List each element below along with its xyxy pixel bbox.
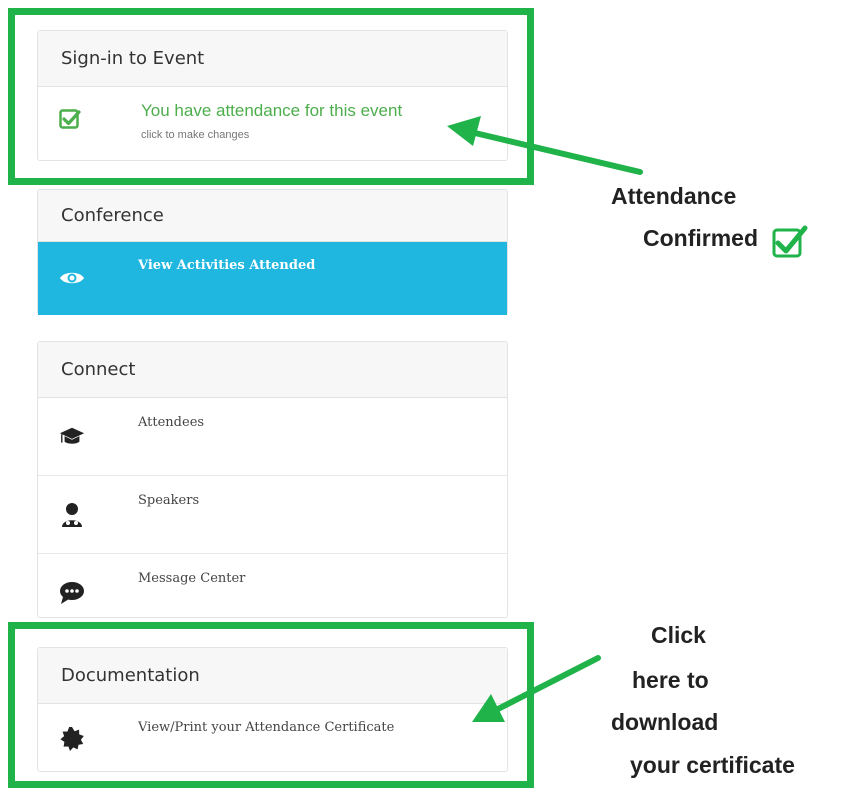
connect-panel: Connect Attendees Speakers Message Cente… xyxy=(37,341,508,618)
annotation-click-line4: your certificate xyxy=(630,752,795,778)
annotation-attendance-line2: Confirmed xyxy=(643,225,758,251)
annotation-click-line1: Click xyxy=(651,622,706,648)
graduation-cap-icon xyxy=(59,424,85,450)
eye-icon xyxy=(59,269,85,292)
user-doctor-icon xyxy=(59,502,85,528)
message-center-label: Message Center xyxy=(138,571,246,586)
view-activities-label: View Activities Attended xyxy=(138,258,316,273)
view-activities-button[interactable]: View Activities Attended xyxy=(38,242,507,315)
annotation-click-line2: here to xyxy=(632,667,709,693)
conference-panel: Conference View Activities Attended xyxy=(37,189,508,315)
annotation-click-line3: download xyxy=(611,709,719,735)
attendees-item[interactable]: Attendees xyxy=(38,398,507,476)
message-center-item[interactable]: Message Center xyxy=(38,554,507,631)
attendees-label: Attendees xyxy=(138,415,205,430)
speakers-item[interactable]: Speakers xyxy=(38,476,507,554)
checkbox-checked-icon xyxy=(772,224,808,263)
documentation-highlight-frame xyxy=(8,622,534,788)
speakers-label: Speakers xyxy=(138,493,200,508)
chat-bubble-icon xyxy=(59,580,85,606)
conference-title: Conference xyxy=(38,190,507,242)
connect-title: Connect xyxy=(38,342,507,398)
signin-highlight-frame xyxy=(8,8,534,185)
annotation-attendance-line1: Attendance xyxy=(611,183,737,209)
